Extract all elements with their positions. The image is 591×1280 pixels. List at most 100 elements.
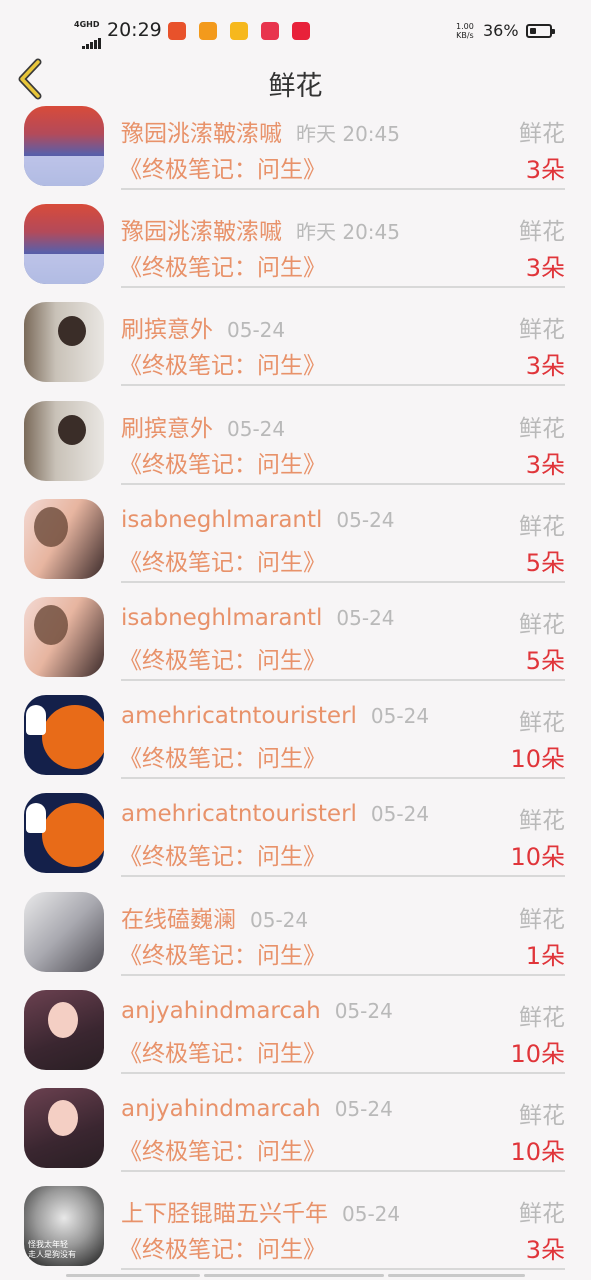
- book-title[interactable]: 《终极笔记：问生》: [119, 837, 326, 871]
- user-avatar[interactable]: [24, 597, 104, 677]
- battery-level: [530, 28, 536, 34]
- list-item[interactable]: anjyahindmarcah 05-24 《终极笔记：问生》 鲜花 10朵: [0, 988, 591, 1086]
- user-avatar[interactable]: [24, 793, 104, 874]
- gift-type: 鲜花: [519, 317, 565, 344]
- user-avatar[interactable]: [24, 302, 104, 383]
- user-avatar[interactable]: [24, 498, 104, 579]
- user-name[interactable]: anjyahindmarcah 05-24: [121, 998, 393, 1024]
- book-title[interactable]: 《终极笔记：问生》: [119, 1230, 326, 1264]
- user-avatar[interactable]: [24, 400, 104, 481]
- avatar-caption-line: 怪我太年轻: [28, 1240, 68, 1250]
- gift-type: 鲜花: [519, 415, 565, 442]
- user-name[interactable]: 刷摈意外 05-24: [121, 409, 285, 443]
- battery-percent: 36%: [483, 21, 519, 40]
- camera-app-icon: [199, 22, 218, 40]
- home-indicator-mid: [204, 1274, 384, 1277]
- flower-record-list[interactable]: 豫园洮溹鞁溹嘁 昨天 20:45 《终极笔记：问生》 鲜花 3朵 豫园洮溹鞁溹嘁 昨天 20…: [0, 104, 591, 1272]
- flower-count: 3朵: [525, 1236, 565, 1265]
- book-title[interactable]: 《终极笔记：问生》: [119, 543, 326, 577]
- user-name-text: anjyahindmarcah: [121, 997, 321, 1024]
- book-title[interactable]: 《终极笔记：问生》: [119, 1034, 326, 1068]
- list-item[interactable]: isabneghlmarantl 05-24 《终极笔记：问生》 鲜花 5朵: [0, 497, 591, 595]
- flower-count: 5朵: [525, 548, 565, 577]
- gift-type: 鲜花: [519, 612, 565, 638]
- book-title[interactable]: 《终极笔记：问生》: [119, 346, 326, 380]
- user-name[interactable]: amehricatntouristerl 05-24: [121, 703, 429, 729]
- page-title: 鲜花: [268, 71, 323, 102]
- divider: [121, 384, 565, 387]
- divider: [121, 580, 565, 583]
- user-avatar[interactable]: [24, 106, 104, 186]
- home-indicator-right: [388, 1274, 525, 1277]
- user-name[interactable]: 刷摈意外 05-24: [121, 310, 285, 344]
- divider: [121, 973, 565, 976]
- divider: [121, 1170, 565, 1172]
- status-bar: 4GHD 20:29 1.00 KB/s 36%: [0, 0, 591, 52]
- speed-unit: KB/s: [456, 31, 474, 40]
- heart-app-icon: [261, 22, 280, 40]
- list-item[interactable]: anjyahindmarcah 05-24 《终极笔记：问生》 鲜花 10朵: [0, 1086, 591, 1184]
- book-title[interactable]: 《终极笔记：问生》: [119, 150, 326, 184]
- book-title[interactable]: 《终极笔记：问生》: [119, 1132, 326, 1166]
- user-name-text: 刷摈意外: [121, 317, 213, 344]
- notification-icons: [168, 22, 318, 44]
- user-name-text: amehricatntouristerl: [121, 703, 357, 730]
- timestamp: 昨天 20:45: [296, 220, 400, 245]
- avatar-caption-line: 走人是狗没有: [28, 1250, 76, 1260]
- user-avatar[interactable]: [24, 891, 104, 972]
- user-name[interactable]: isabneghlmarantl 05-24: [121, 507, 395, 533]
- divider: [121, 482, 565, 485]
- list-item[interactable]: amehricatntouristerl 05-24 《终极笔记：问生》 鲜花 10朵: [0, 693, 591, 791]
- list-item[interactable]: 怪我太年轻 走人是狗没有 上下胫锟瞄五兴千年 05-24 《终极笔记：问生》 鲜花 3朵: [0, 1184, 591, 1272]
- panda-app-icon: [230, 22, 249, 40]
- timestamp: 05-24: [370, 802, 430, 827]
- list-item[interactable]: 刷摈意外 05-24 《终极笔记：问生》 鲜花 3朵: [0, 399, 591, 497]
- user-name-text: 上下胫锟瞄五兴千年: [121, 1201, 328, 1228]
- book-title[interactable]: 《终极笔记：问生》: [119, 445, 326, 479]
- flower-count: 10朵: [510, 1039, 565, 1068]
- user-avatar[interactable]: [24, 695, 104, 776]
- flower-count: 3朵: [525, 352, 565, 381]
- book-title[interactable]: 《终极笔记：问生》: [119, 641, 326, 675]
- gift-type: 鲜花: [519, 1201, 565, 1228]
- user-name[interactable]: 上下胫锟瞄五兴千年 05-24: [121, 1194, 400, 1228]
- divider: [121, 777, 565, 780]
- user-avatar[interactable]: [24, 204, 104, 285]
- list-item[interactable]: 在线磕巍澜 05-24 《终极笔记：问生》 鲜花 1朵: [0, 890, 591, 988]
- user-avatar[interactable]: [24, 989, 104, 1070]
- speed-value: 1.00: [456, 22, 474, 31]
- user-name[interactable]: amehricatntouristerl 05-24: [121, 801, 429, 827]
- user-name[interactable]: anjyahindmarcah 05-24: [121, 1096, 393, 1122]
- news-app-icon: [168, 22, 186, 40]
- battery-icon: [526, 24, 555, 38]
- user-name[interactable]: isabneghlmarantl 05-24: [121, 605, 395, 631]
- book-title[interactable]: 《终极笔记：问生》: [119, 936, 326, 970]
- book-title[interactable]: 《终极笔记：问生》: [119, 248, 326, 282]
- user-name[interactable]: 在线磕巍澜 05-24: [121, 900, 308, 934]
- network-type: 4GHD: [74, 20, 100, 29]
- timestamp: 05-24: [334, 998, 393, 1023]
- flower-count: 3朵: [525, 156, 565, 184]
- gift-type: 鲜花: [519, 1103, 565, 1129]
- list-item[interactable]: amehricatntouristerl 05-24 《终极笔记：问生》 鲜花 10朵: [0, 791, 591, 889]
- signal-icon: 4GHD: [74, 20, 102, 49]
- user-name-text: 豫园洮溹鞁溹嘁: [121, 219, 282, 246]
- divider: [121, 1071, 565, 1074]
- gift-type: 鲜花: [519, 906, 565, 933]
- list-item[interactable]: isabneghlmarantl 05-24 《终极笔记：问生》 鲜花 5朵: [0, 595, 591, 693]
- user-name-text: 在线磕巍澜: [121, 906, 236, 933]
- user-avatar[interactable]: 怪我太年轻 走人是狗没有: [24, 1186, 104, 1267]
- user-avatar[interactable]: [24, 1088, 104, 1168]
- list-item[interactable]: 豫园洮溹鞁溹嘁 昨天 20:45 《终极笔记：问生》 鲜花 3朵: [0, 104, 591, 202]
- timestamp: 05-24: [334, 1097, 393, 1121]
- flower-count: 1朵: [525, 941, 565, 970]
- network-speed: 1.00 KB/s: [456, 22, 474, 40]
- list-item[interactable]: 刷摈意外 05-24 《终极笔记：问生》 鲜花 3朵: [0, 300, 591, 398]
- user-name[interactable]: 豫园洮溹鞁溹嘁 昨天 20:45: [121, 212, 400, 246]
- user-name-text: isabneghlmarantl: [121, 506, 323, 533]
- gift-type: 鲜花: [519, 219, 565, 246]
- user-name[interactable]: 豫园洮溹鞁溹嘁 昨天 20:45: [121, 114, 400, 148]
- list-item[interactable]: 豫园洮溹鞁溹嘁 昨天 20:45 《终极笔记：问生》 鲜花 3朵: [0, 202, 591, 300]
- divider: [121, 286, 565, 289]
- book-title[interactable]: 《终极笔记：问生》: [119, 739, 326, 773]
